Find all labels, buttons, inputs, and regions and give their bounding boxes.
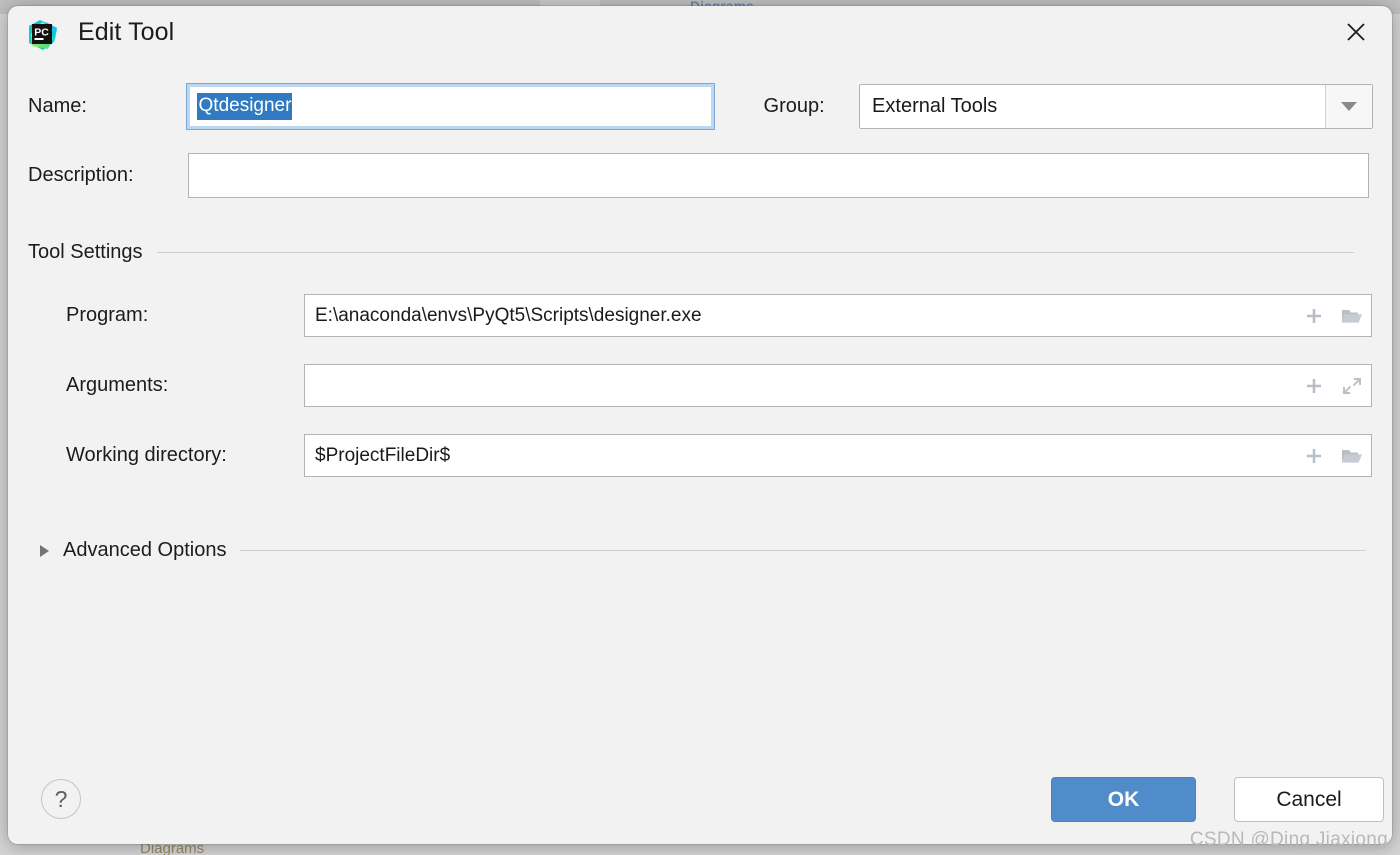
ok-button-label: OK <box>1107 787 1140 811</box>
arguments-label: Arguments: <box>66 374 169 396</box>
description-row: Description: <box>28 153 1373 198</box>
description-input[interactable] <box>188 153 1369 198</box>
arguments-expand-button[interactable] <box>1341 375 1363 397</box>
working-directory-browse-button[interactable] <box>1341 445 1363 467</box>
arguments-insert-macro-button[interactable] <box>1303 375 1325 397</box>
program-input[interactable]: E:\anaconda\envs\PyQt5\Scripts\designer.… <box>304 294 1372 337</box>
advanced-options-section[interactable]: Advanced Options <box>40 539 1366 562</box>
cancel-button[interactable]: Cancel <box>1234 777 1384 822</box>
group-label: Group: <box>763 95 825 117</box>
ok-button[interactable]: OK <box>1051 777 1196 822</box>
pycharm-logo-icon: PC <box>26 18 60 52</box>
working-directory-row: Working directory: $ProjectFileDir$ <box>66 434 1376 477</box>
working-directory-label: Working directory: <box>66 444 227 466</box>
group-select-value: External Tools <box>872 95 998 117</box>
working-directory-insert-macro-button[interactable] <box>1303 445 1325 467</box>
program-row: Program: E:\anaconda\envs\PyQt5\Scripts\… <box>66 294 1376 337</box>
arguments-row: Arguments: <box>66 364 1376 407</box>
close-button[interactable] <box>1334 14 1378 54</box>
tool-settings-title: Tool Settings <box>28 241 143 263</box>
question-mark-icon: ? <box>54 785 68 812</box>
program-insert-macro-button[interactable] <box>1303 305 1325 327</box>
description-label: Description: <box>28 164 134 186</box>
arguments-input[interactable] <box>304 364 1372 407</box>
name-row: Name: Qtdesigner Group: External Tools <box>28 83 1373 130</box>
working-directory-input[interactable]: $ProjectFileDir$ <box>304 434 1372 477</box>
group-select[interactable]: External Tools <box>859 84 1373 129</box>
program-label: Program: <box>66 304 149 326</box>
chevron-down-icon <box>1341 102 1357 111</box>
section-divider <box>156 252 1354 253</box>
name-label: Name: <box>28 95 87 117</box>
tool-settings-section-header: Tool Settings <box>28 241 1354 264</box>
edit-tool-dialog: PC Edit Tool Name: Qtdesigner Group: Ext… <box>8 6 1392 844</box>
working-directory-input-value: $ProjectFileDir$ <box>315 444 451 466</box>
advanced-options-label: Advanced Options <box>63 539 227 561</box>
advanced-options-divider <box>240 550 1366 551</box>
triangle-right-icon[interactable] <box>40 544 49 557</box>
cancel-button-label: Cancel <box>1276 787 1342 811</box>
help-button[interactable]: ? <box>41 779 81 819</box>
svg-text:PC: PC <box>34 26 49 38</box>
program-input-value: E:\anaconda\envs\PyQt5\Scripts\designer.… <box>315 304 702 326</box>
name-input-value: Qtdesigner <box>196 93 293 120</box>
group-select-toggle[interactable] <box>1325 85 1372 128</box>
dialog-title: Edit Tool <box>78 18 175 46</box>
close-icon <box>1343 19 1369 50</box>
name-input[interactable]: Qtdesigner <box>185 83 715 130</box>
watermark: CSDN @Ding Jiaxiong <box>1189 829 1388 850</box>
dialog-titlebar: PC Edit Tool <box>8 6 1392 64</box>
program-browse-button[interactable] <box>1341 305 1363 327</box>
